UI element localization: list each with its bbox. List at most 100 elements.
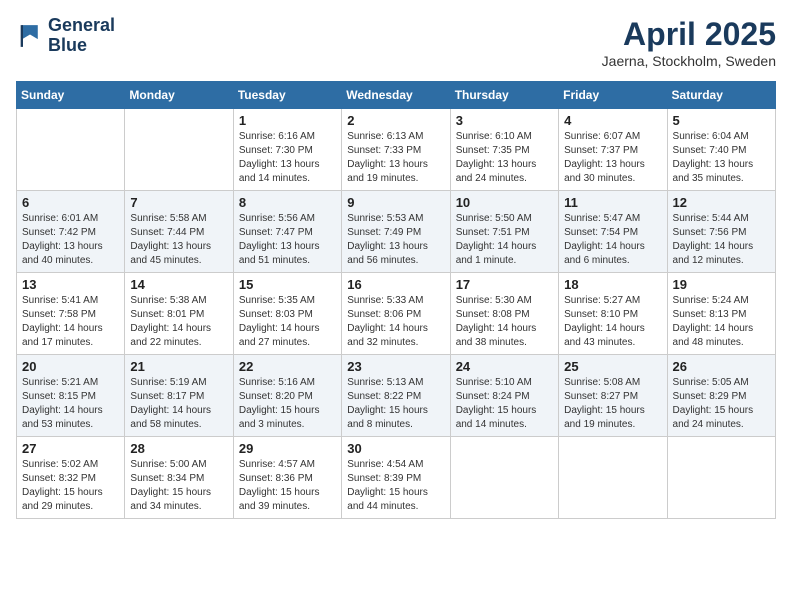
calendar-cell [450,437,558,519]
day-number: 10 [456,195,553,210]
day-number: 26 [673,359,770,374]
day-number: 8 [239,195,336,210]
day-info: Sunrise: 5:38 AMSunset: 8:01 PMDaylight:… [130,294,227,350]
calendar-cell: 23Sunrise: 5:13 AMSunset: 8:22 PMDayligh… [342,355,450,437]
day-info: Sunrise: 6:01 AMSunset: 7:42 PMDaylight:… [22,212,119,268]
weekday-header-thursday: Thursday [450,82,558,109]
calendar-cell: 17 Sunrise: 5:30 AMSunset: 8:08 PMDayligh… [450,273,558,355]
calendar-cell: 10 Sunrise: 5:50 AMSunset: 7:51 PMDayligh… [450,191,558,273]
weekday-header-wednesday: Wednesday [342,82,450,109]
logo: General Blue [16,16,115,56]
day-info: Sunrise: 5:44 AMSunset: 7:56 PMDaylight:… [673,212,770,268]
calendar-cell: 9 Sunrise: 5:53 AMSunset: 7:49 PMDaylight… [342,191,450,273]
day-number: 13 [22,277,119,292]
title-block: April 2025 Jaerna, Stockholm, Sweden [602,16,776,69]
day-info: Sunrise: 5:53 AMSunset: 7:49 PMDaylight:… [347,212,444,268]
day-number: 25 [564,359,661,374]
calendar-week-row: 13 Sunrise: 5:41 AMSunset: 7:58 PMDayligh… [17,273,776,355]
day-number: 7 [130,195,227,210]
day-info: Sunrise: 6:10 AMSunset: 7:35 PMDaylight:… [456,130,553,186]
calendar-cell: 19 Sunrise: 5:24 AMSunset: 8:13 PMDayligh… [667,273,775,355]
day-number: 17 [456,277,553,292]
day-number: 11 [564,195,661,210]
day-info: Sunrise: 5:24 AMSunset: 8:13 PMDaylight:… [673,294,770,350]
calendar-cell: 27 Sunrise: 5:02 AMSunset: 8:32 PMDayligh… [17,437,125,519]
calendar-cell: 8 Sunrise: 5:56 AMSunset: 7:47 PMDaylight… [233,191,341,273]
weekday-header-tuesday: Tuesday [233,82,341,109]
logo-text: General Blue [48,16,115,56]
day-number: 19 [673,277,770,292]
day-info: Sunrise: 5:27 AMSunset: 8:10 PMDaylight:… [564,294,661,350]
day-number: 28 [130,441,227,456]
day-info: Sunrise: 6:07 AMSunset: 7:37 PMDaylight:… [564,130,661,186]
day-number: 9 [347,195,444,210]
calendar-cell: 16Sunrise: 5:33 AMSunset: 8:06 PMDayligh… [342,273,450,355]
day-number: 21 [130,359,227,374]
day-number: 14 [130,277,227,292]
calendar-cell: 25Sunrise: 5:08 AMSunset: 8:27 PMDayligh… [559,355,667,437]
day-info: Sunrise: 5:41 AMSunset: 7:58 PMDaylight:… [22,294,119,350]
day-info: Sunrise: 5:56 AMSunset: 7:47 PMDaylight:… [239,212,336,268]
day-info: Sunrise: 6:13 AMSunset: 7:33 PMDaylight:… [347,130,444,186]
day-info: Sunrise: 5:35 AMSunset: 8:03 PMDaylight:… [239,294,336,350]
day-info: Sunrise: 5:21 AMSunset: 8:15 PMDaylight:… [22,376,119,432]
day-info: Sunrise: 5:47 AMSunset: 7:54 PMDaylight:… [564,212,661,268]
weekday-header-sunday: Sunday [17,82,125,109]
calendar-cell [125,109,233,191]
day-info: Sunrise: 4:57 AMSunset: 8:36 PMDaylight:… [239,458,336,514]
calendar-week-row: 20Sunrise: 5:21 AMSunset: 8:15 PMDayligh… [17,355,776,437]
calendar-week-row: 1 Sunrise: 6:16 AMSunset: 7:30 PMDaylight… [17,109,776,191]
calendar-cell: 1 Sunrise: 6:16 AMSunset: 7:30 PMDaylight… [233,109,341,191]
month-title: April 2025 [602,16,776,53]
calendar-cell: 2 Sunrise: 6:13 AMSunset: 7:33 PMDaylight… [342,109,450,191]
calendar-cell [17,109,125,191]
calendar-week-row: 6 Sunrise: 6:01 AMSunset: 7:42 PMDaylight… [17,191,776,273]
calendar-cell: 30Sunrise: 4:54 AMSunset: 8:39 PMDayligh… [342,437,450,519]
page-header: General Blue April 2025 Jaerna, Stockhol… [16,16,776,69]
calendar-cell: 3 Sunrise: 6:10 AMSunset: 7:35 PMDaylight… [450,109,558,191]
day-number: 3 [456,113,553,128]
calendar-cell: 6 Sunrise: 6:01 AMSunset: 7:42 PMDaylight… [17,191,125,273]
day-info: Sunrise: 5:16 AMSunset: 8:20 PMDaylight:… [239,376,336,432]
day-info: Sunrise: 6:04 AMSunset: 7:40 PMDaylight:… [673,130,770,186]
day-number: 27 [22,441,119,456]
day-info: Sunrise: 5:00 AMSunset: 8:34 PMDaylight:… [130,458,227,514]
logo-icon [16,22,44,50]
calendar-cell: 5 Sunrise: 6:04 AMSunset: 7:40 PMDaylight… [667,109,775,191]
calendar-cell: 15 Sunrise: 5:35 AMSunset: 8:03 PMDayligh… [233,273,341,355]
day-number: 1 [239,113,336,128]
day-number: 15 [239,277,336,292]
calendar-cell: 28 Sunrise: 5:00 AMSunset: 8:34 PMDayligh… [125,437,233,519]
weekday-header-friday: Friday [559,82,667,109]
day-number: 6 [22,195,119,210]
day-number: 18 [564,277,661,292]
day-info: Sunrise: 6:16 AMSunset: 7:30 PMDaylight:… [239,130,336,186]
day-number: 5 [673,113,770,128]
day-number: 24 [456,359,553,374]
calendar-cell: 18 Sunrise: 5:27 AMSunset: 8:10 PMDayligh… [559,273,667,355]
calendar-cell: 26Sunrise: 5:05 AMSunset: 8:29 PMDayligh… [667,355,775,437]
weekday-header-row: SundayMondayTuesdayWednesdayThursdayFrid… [17,82,776,109]
weekday-header-saturday: Saturday [667,82,775,109]
day-number: 23 [347,359,444,374]
calendar-cell: 14 Sunrise: 5:38 AMSunset: 8:01 PMDayligh… [125,273,233,355]
day-info: Sunrise: 5:58 AMSunset: 7:44 PMDaylight:… [130,212,227,268]
day-number: 4 [564,113,661,128]
calendar-cell [559,437,667,519]
calendar-cell: 22 Sunrise: 5:16 AMSunset: 8:20 PMDayligh… [233,355,341,437]
day-number: 2 [347,113,444,128]
day-info: Sunrise: 5:10 AMSunset: 8:24 PMDaylight:… [456,376,553,432]
day-info: Sunrise: 5:02 AMSunset: 8:32 PMDaylight:… [22,458,119,514]
calendar-cell: 7 Sunrise: 5:58 AMSunset: 7:44 PMDaylight… [125,191,233,273]
weekday-header-monday: Monday [125,82,233,109]
day-number: 29 [239,441,336,456]
calendar-cell: 24 Sunrise: 5:10 AMSunset: 8:24 PMDayligh… [450,355,558,437]
day-info: Sunrise: 5:30 AMSunset: 8:08 PMDaylight:… [456,294,553,350]
day-number: 22 [239,359,336,374]
calendar-cell: 20Sunrise: 5:21 AMSunset: 8:15 PMDayligh… [17,355,125,437]
calendar-table: SundayMondayTuesdayWednesdayThursdayFrid… [16,81,776,519]
day-info: Sunrise: 5:19 AMSunset: 8:17 PMDaylight:… [130,376,227,432]
calendar-cell: 21 Sunrise: 5:19 AMSunset: 8:17 PMDayligh… [125,355,233,437]
day-info: Sunrise: 5:50 AMSunset: 7:51 PMDaylight:… [456,212,553,268]
calendar-cell: 29 Sunrise: 4:57 AMSunset: 8:36 PMDayligh… [233,437,341,519]
